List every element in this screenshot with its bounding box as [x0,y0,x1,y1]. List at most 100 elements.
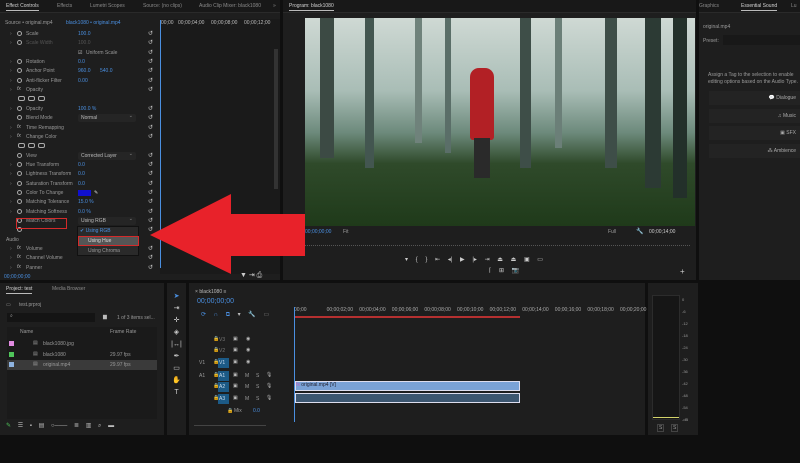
mute-button[interactable]: M [245,373,249,379]
microphone-icon[interactable]: 🎙 [266,395,272,401]
icon-view-icon[interactable]: ▪ [30,423,32,429]
track-select-tool-icon[interactable]: ⇥ [167,303,186,315]
reset-icon[interactable]: ↺ [148,161,153,168]
reset-icon[interactable]: ↺ [148,133,153,140]
menu-item-using-rgb[interactable]: ✔ Using RGB [80,228,111,234]
property-value[interactable]: 100.0 [78,40,91,46]
tag-dialogue-button[interactable]: 💬 Dialogue [709,91,800,105]
lift-icon[interactable]: ⏏ [497,257,503,263]
quality-select[interactable]: Full [608,229,616,235]
property-value[interactable]: 0.0 [78,162,85,168]
stopwatch-icon[interactable] [17,40,22,46]
stopwatch-icon[interactable] [17,171,22,177]
new-bin-icon[interactable]: ▆ [103,314,107,320]
fx-toggle-icon[interactable]: fx [17,86,21,92]
color-swatch[interactable] [78,189,91,196]
fx-toggle-icon[interactable]: fx [17,124,21,130]
expand-chevron-icon[interactable]: › [10,40,12,46]
sync-lock-icon[interactable]: ▣ [233,359,238,365]
expand-chevron-icon[interactable]: › [10,59,12,65]
add-marker-icon[interactable]: ▾ [238,312,241,318]
reset-icon[interactable]: ↺ [148,67,153,74]
expand-chevron-icon[interactable]: › [10,134,12,140]
property-value-2[interactable]: 540.0 [100,68,113,74]
property-value[interactable]: 15.0 % [78,199,94,205]
extract-icon[interactable]: ⏏ [511,257,517,263]
reset-icon[interactable]: ↺ [148,180,153,187]
sync-lock-icon[interactable]: ▣ [233,372,238,378]
wrench-icon[interactable]: 🔧 [636,228,643,235]
project-item[interactable]: ▤ original.mp4 29.97 fps [7,360,157,370]
expand-chevron-icon[interactable]: › [10,106,12,112]
stopwatch-icon[interactable] [17,152,22,158]
linked-selection-icon[interactable]: ⧉ [226,312,230,318]
stopwatch-icon[interactable] [17,180,22,186]
label-color-swatch[interactable] [9,351,14,357]
razor-tool-icon[interactable]: ◈ [167,327,186,339]
audio-clip[interactable] [295,393,520,403]
pen-mask-icon[interactable] [38,96,45,102]
solo-button[interactable]: S [256,373,259,379]
column-name[interactable]: Name [20,329,33,335]
new-bin-icon[interactable]: ▬ [108,423,114,429]
stopwatch-icon[interactable] [17,31,22,36]
label-color-swatch[interactable] [9,362,14,367]
property-select[interactable]: Using RGB [78,216,136,225]
reset-icon[interactable]: ↺ [148,58,153,65]
expand-chevron-icon[interactable]: › [10,246,12,252]
eye-icon[interactable]: ◉ [246,336,250,342]
timeline-zoom-scrollbar[interactable] [194,425,266,429]
pen-mask-icon[interactable] [38,143,45,149]
fx-toggle-icon[interactable]: fx [17,133,21,139]
type-tool-icon[interactable]: T [167,387,186,399]
mute-button[interactable]: M [245,384,249,390]
pencil-icon[interactable]: ✎ [6,423,11,429]
property-value[interactable]: 100.0 % [78,106,96,112]
zoom-slider[interactable]: ○─── [51,423,67,429]
captions-icon[interactable]: ▭ [264,312,270,318]
property-value[interactable]: 960.0 [78,68,91,74]
menu-item-using-hue[interactable]: Using Hue [78,236,139,246]
tab-effect-controls[interactable]: Effect Controls [6,3,39,11]
solo-button[interactable]: S [256,384,259,390]
microphone-icon[interactable]: 🎙 [266,383,272,389]
tag-ambience-button[interactable]: ⁂ Ambience [709,144,800,158]
timeline-playhead[interactable] [294,307,295,422]
mark-in-icon[interactable]: { [416,257,418,263]
track-target-v1[interactable]: V1 [218,357,229,368]
pen-tool-icon[interactable]: ✒ [167,351,186,363]
property-value[interactable]: 100.0 [78,31,91,37]
search-input[interactable]: ⌕ [7,313,95,322]
effect-name[interactable]: Channel Volume [26,255,63,261]
slip-tool-icon[interactable]: |↔| [167,339,186,351]
step-back-icon[interactable]: ◂| [448,257,453,263]
effect-name[interactable]: Volume [26,246,43,252]
expand-chevron-icon[interactable]: › [10,162,12,168]
more-tabs-button[interactable]: » [273,3,276,9]
uniform-scale-checkbox[interactable]: ☑ [78,50,82,56]
insert-icon[interactable]: ▣ [524,257,530,263]
add-button-icon[interactable]: + [680,267,685,276]
find-icon[interactable]: ⌕ [98,423,101,429]
track-target-v3[interactable]: V3 [218,335,229,345]
expand-chevron-icon[interactable]: › [10,87,12,93]
expand-chevron-icon[interactable]: › [10,199,12,205]
reset-icon[interactable]: ↺ [148,39,153,46]
microphone-icon[interactable]: 🎙 [266,372,272,378]
tab-source[interactable]: Source: (no clips) [143,3,182,9]
safe-margins-icon[interactable]: ⊞ [499,268,504,274]
tab-effects[interactable]: Effects [57,3,72,9]
property-select[interactable]: Normal [78,113,136,123]
reset-icon[interactable]: ↺ [148,152,153,159]
fx-toggle-icon[interactable]: fx [17,264,21,270]
stopwatch-icon[interactable] [17,189,22,195]
ripple-edit-tool-icon[interactable]: ✛ [167,315,186,327]
expand-chevron-icon[interactable]: › [10,125,12,131]
freeform-view-icon[interactable]: ▤ [39,423,45,429]
mute-button[interactable]: M [245,396,249,402]
sequence-clip-label[interactable]: black1080 • original.mp4 [66,20,121,26]
solo-right-button[interactable]: S [671,424,679,432]
expand-chevron-icon[interactable]: › [10,31,12,37]
fx-toggle-icon[interactable]: fx [17,254,21,260]
source-patch-v1[interactable]: V1 [199,360,205,366]
